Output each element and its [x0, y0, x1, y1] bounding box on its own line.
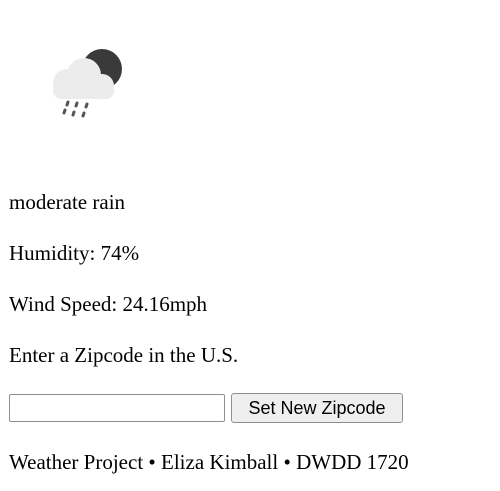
set-zipcode-button[interactable]: Set New Zipcode	[231, 393, 403, 423]
cloud-moon-rain-icon	[53, 49, 122, 118]
raindrops	[62, 100, 89, 118]
weather-description: moderate rain	[9, 190, 126, 214]
footer-credit: Weather Project • Eliza Kimball • DWDD 1…	[9, 450, 409, 474]
humidity-text: Humidity: 74%	[9, 241, 140, 265]
zipcode-input[interactable]	[9, 394, 225, 422]
wind-speed-text: Wind Speed: 24.16mph	[9, 292, 208, 316]
zipcode-prompt: Enter a Zipcode in the U.S.	[9, 343, 239, 367]
